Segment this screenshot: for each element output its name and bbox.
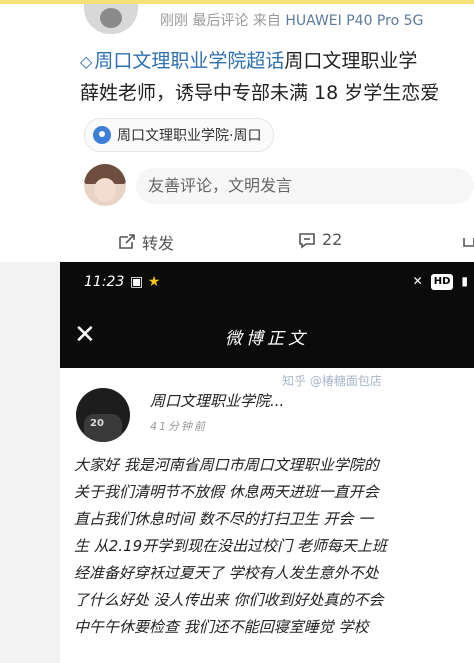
star-icon: ★ [147, 274, 161, 290]
post-title-line-2: 薛姓老师，诱导中专部未满 18 岁学生恋爱 [80, 82, 440, 104]
post-meta: 刚刚 最后评论 来自 HUAWEI P40 Pro 5G [160, 10, 423, 30]
post-action-bar: 转发 22 [0, 226, 474, 256]
avatar-face [100, 8, 122, 28]
repost-label: 转发 [142, 234, 175, 253]
post-title-line-1: ◇ 周口文理职业学院超话周口文理职业学 [80, 46, 417, 73]
mute-icon: ✕ [412, 274, 423, 288]
poster-avatar[interactable] [84, 4, 138, 34]
supertopic-diamond-icon: ◇ [80, 52, 93, 71]
status-bar: 11:23 ▣ ★ ✕ HD ▮ [60, 262, 474, 306]
location-label: 周口文理职业学院·周口 [117, 128, 262, 144]
body-line: 大家好 我是河南省周口市周口文理职业学院的 [74, 456, 379, 474]
status-time: 11:23 [84, 274, 125, 290]
app-badge-icon: ▣ [130, 274, 144, 290]
comment-button[interactable]: 22 [298, 230, 342, 249]
device-name[interactable]: HUAWEI P40 Pro 5G [285, 13, 423, 29]
comment-count: 22 [322, 230, 343, 249]
supertopic-link[interactable]: 周口文理职业学院超话 [94, 50, 284, 72]
last-comment-label: 最后评论 [192, 13, 249, 29]
post-title-tail: 周口文理职业学 [284, 50, 418, 72]
screenshot-author-row: 20 周口文理职业学院... 41分钟前 [60, 368, 474, 448]
screenshot-page-title: 微博正文 [225, 329, 309, 349]
screenshot-nav-bar: ✕ 微博正文 [60, 306, 474, 368]
comment-icon [299, 232, 315, 249]
signal-icon: ▮ [461, 274, 468, 288]
hd-icon: HD [430, 274, 454, 290]
status-right-icons: ✕ HD ▮ [413, 274, 468, 290]
screenshot-body-text: 大家好 我是河南省周口市周口文理职业学院的 关于我们清明节不放假 休息两天进班一… [74, 454, 474, 643]
comment-input[interactable]: 友善评论，文明发言 [136, 168, 474, 204]
status-left-icons: ▣ ★ [130, 274, 160, 290]
repost-button[interactable]: 转发 [118, 230, 174, 254]
body-line: 了什么好处 没人传出来 你们收到好处真的不会 [74, 591, 384, 609]
my-avatar [84, 164, 126, 206]
avatar-face [94, 178, 116, 202]
embedded-screenshot: 11:23 ▣ ★ ✕ HD ▮ ✕ 微博正文 20 周口文理职业学院... 4… [60, 262, 474, 663]
comment-composer: 友善评论，文明发言 [84, 164, 474, 210]
body-line: 中午午休要检查 我们还不能回寝室睡觉 学校 [74, 618, 369, 636]
location-pin-icon [93, 126, 111, 144]
location-chip[interactable]: 周口文理职业学院·周口 [84, 118, 275, 152]
from-label: 来自 [252, 13, 281, 29]
avatar-jersey-number: 20 [90, 418, 104, 429]
author-avatar[interactable]: 20 [76, 388, 130, 442]
body-line: 生 从2.19开学到现在没出过校门 老师每天上班 [74, 537, 387, 555]
author-post-time: 41分钟前 [150, 420, 207, 433]
body-line: 直占我们休息时间 数不尽的打扫卫生 开会 一 [74, 510, 374, 528]
zhihu-watermark: 知乎 @椿糖面包店 [282, 374, 382, 388]
body-line: 经准备好穿袄过夏天了 学校有人发生意外不处 [74, 564, 379, 582]
author-name[interactable]: 周口文理职业学院... [150, 390, 284, 411]
post-time: 刚刚 [160, 13, 188, 29]
like-button[interactable] [462, 230, 474, 248]
like-icon [463, 238, 474, 247]
weibo-post-card: 刚刚 最后评论 来自 HUAWEI P40 Pro 5G ◇ 周口文理职业学院超话… [0, 4, 474, 262]
repost-icon [119, 234, 135, 249]
body-line: 关于我们清明节不放假 休息两天进班一直开会 [74, 483, 379, 501]
